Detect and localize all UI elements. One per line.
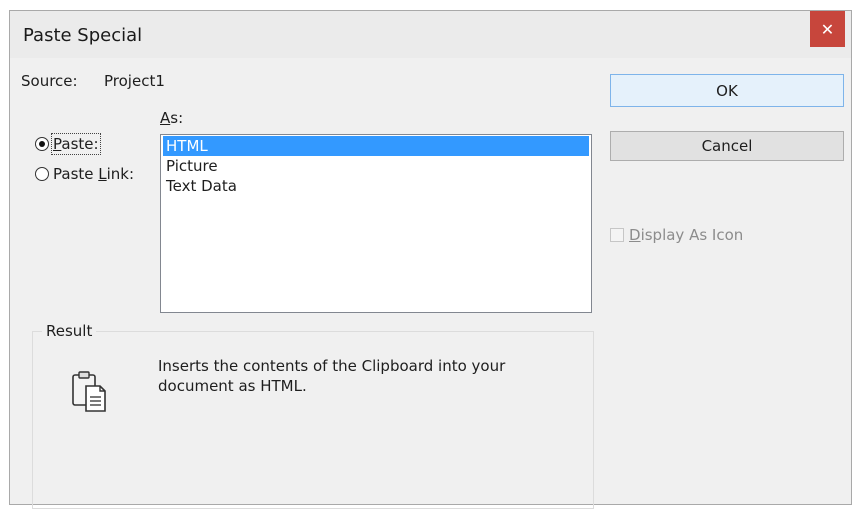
clipboard-paste-icon (70, 370, 110, 418)
result-line-2: document as HTML. (158, 377, 307, 395)
cancel-button[interactable]: Cancel (610, 131, 844, 161)
result-line-1: Inserts the contents of the Clipboard in… (158, 357, 506, 375)
ok-button[interactable]: OK (610, 74, 844, 107)
format-list-item[interactable]: Picture (163, 156, 589, 176)
dialog-body: Source: Project1 As: Paste: Paste Link: … (10, 58, 851, 509)
paste-link-radio-option[interactable]: Paste Link: (35, 165, 134, 183)
paste-special-dialog: Paste Special ✕ Source: Project1 As: Pas… (9, 10, 852, 509)
source-label: Source: (21, 72, 78, 90)
paste-radio-option[interactable]: Paste: (35, 133, 101, 155)
format-list-item[interactable]: HTML (163, 136, 589, 156)
display-as-icon-option[interactable]: Display As Icon (610, 226, 743, 244)
as-label-rest: s: (170, 109, 184, 127)
paste-link-radio[interactable] (35, 167, 49, 181)
result-legend: Result (42, 322, 97, 340)
display-mnemonic: D (629, 226, 641, 244)
as-label-mnemonic: A (160, 109, 171, 127)
as-label: As: (160, 109, 183, 127)
title-bar: Paste Special ✕ (10, 11, 851, 58)
paste-link-radio-label: Paste Link: (53, 165, 134, 183)
format-listbox[interactable]: HTML Picture Text Data (160, 134, 592, 313)
paste-radio-label: Paste: (51, 133, 101, 155)
paste-link-mnemonic: L (98, 165, 107, 183)
paste-label-rest: aste: (61, 135, 99, 153)
close-button[interactable]: ✕ (810, 11, 845, 47)
paste-link-label-rest: ink: (106, 165, 135, 183)
source-value: Project1 (104, 72, 165, 90)
display-label-rest: isplay As Icon (640, 226, 744, 244)
display-as-icon-checkbox[interactable] (610, 228, 624, 242)
paste-radio[interactable] (35, 137, 49, 151)
result-description: Inserts the contents of the Clipboard in… (158, 356, 558, 396)
dialog-title: Paste Special (23, 25, 143, 46)
format-list-item[interactable]: Text Data (163, 176, 589, 196)
paste-link-label-start: Paste (53, 165, 99, 183)
display-as-icon-label: Display As Icon (629, 226, 743, 244)
close-icon: ✕ (820, 19, 835, 39)
